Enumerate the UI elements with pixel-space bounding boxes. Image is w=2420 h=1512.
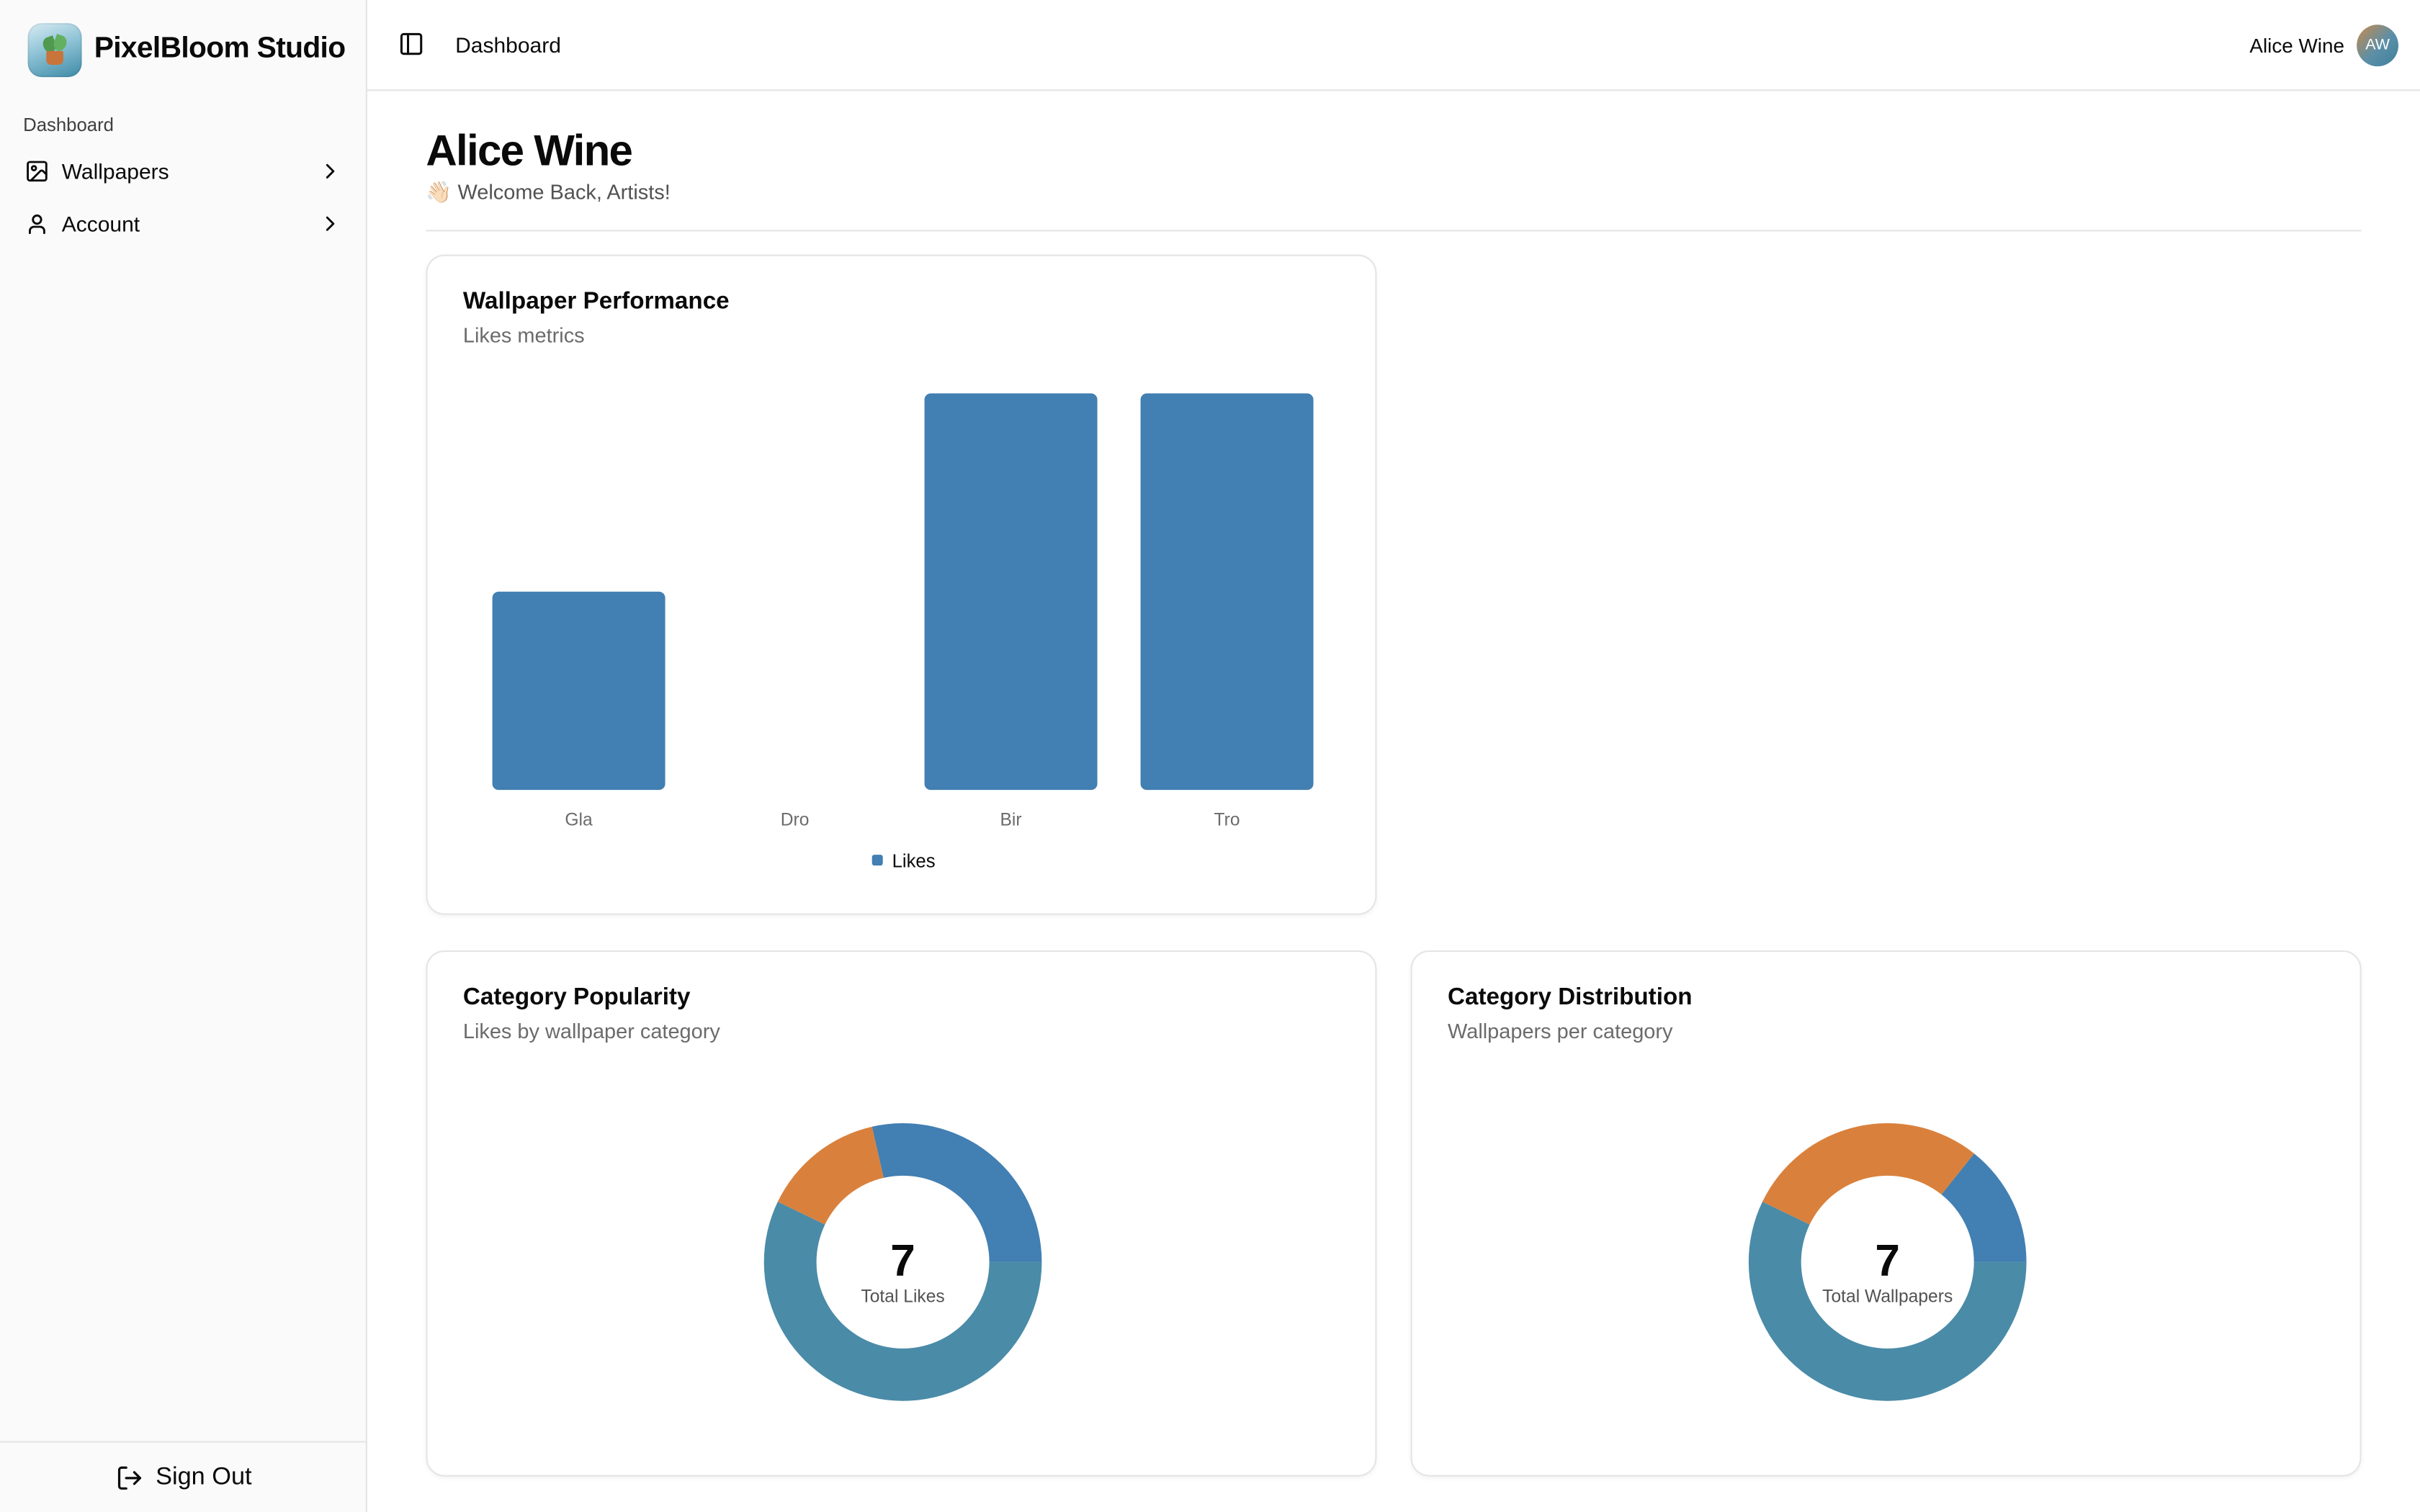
sidebar: PixelBloom Studio Dashboard Wallpapers A…: [0, 0, 367, 1512]
donut-center-value: 7: [890, 1236, 915, 1286]
user-icon: [24, 212, 49, 236]
page-subtitle: 👋🏻 Welcome Back, Artists!: [426, 180, 671, 204]
top-bar: Dashboard Alice Wine AW: [367, 0, 2420, 91]
bar[interactable]: [492, 591, 666, 791]
log-out-icon: [115, 1463, 143, 1491]
sidebar-item-label: Wallpapers: [61, 158, 169, 184]
user-menu[interactable]: Alice Wine AW: [2249, 24, 2398, 67]
x-tick-label: Tro: [1214, 810, 1240, 829]
breadcrumb[interactable]: Dashboard: [455, 32, 561, 57]
category-popularity-card: Category Popularity Likes by wallpaper c…: [426, 950, 1377, 1477]
sign-out-button[interactable]: Sign Out: [115, 1463, 252, 1491]
sidebar-toggle-button[interactable]: [398, 31, 426, 59]
donut-chart: 7Total Likes: [763, 1123, 1042, 1401]
avatar: AW: [2357, 24, 2398, 67]
divider: [426, 230, 2362, 232]
x-tick-label: Dro: [781, 810, 810, 829]
wallpaper-performance-card: Wallpaper Performance Likes metrics Gla D…: [426, 254, 1377, 915]
panel-left-icon: [398, 31, 424, 59]
chevron-right-icon: [318, 159, 342, 184]
donut-chart: 7Total Wallpapers: [1748, 1123, 2027, 1401]
legend-swatch: [871, 855, 883, 866]
legend-label: Likes: [892, 851, 936, 871]
bar-chart: Gla Dro Bir Tro Likes: [492, 393, 1314, 871]
x-tick-label: Gla: [565, 810, 593, 829]
donut-center-value: 7: [1875, 1236, 1900, 1286]
potted-plant-icon: [27, 22, 82, 77]
brand[interactable]: PixelBloom Studio: [27, 22, 346, 77]
sidebar-item-account[interactable]: Account: [12, 199, 355, 248]
pie-slice[interactable]: [1762, 1123, 1974, 1225]
donut-center-label: Total Likes: [861, 1287, 944, 1307]
sidebar-section-label: Dashboard: [23, 114, 114, 136]
brand-name: PixelBloom Studio: [94, 32, 346, 65]
sidebar-footer: Sign Out: [0, 1441, 367, 1512]
user-name: Alice Wine: [2249, 34, 2344, 58]
sidebar-item-label: Account: [61, 211, 140, 236]
page-title: Alice Wine: [426, 126, 632, 175]
donut-center-label: Total Wallpapers: [1822, 1287, 1953, 1307]
category-distribution-card: Category Distribution Wallpapers per cat…: [1410, 950, 2362, 1477]
bar[interactable]: [1140, 393, 1314, 791]
bar[interactable]: [924, 393, 1098, 791]
sidebar-item-wallpapers[interactable]: Wallpapers: [12, 147, 355, 197]
image-icon: [24, 159, 49, 184]
x-tick-label: Bir: [1000, 810, 1022, 829]
sign-out-label: Sign Out: [156, 1463, 252, 1490]
chevron-right-icon: [318, 212, 342, 236]
